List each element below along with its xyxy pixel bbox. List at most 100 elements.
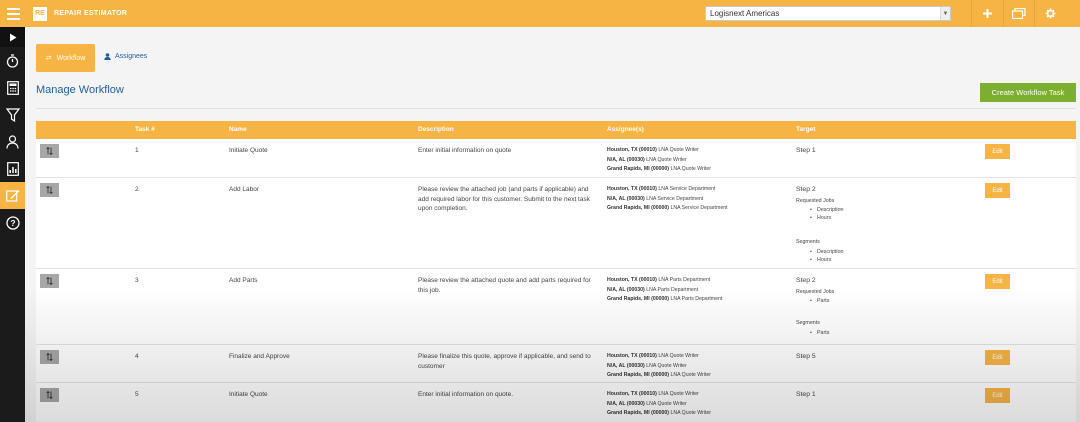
reorder-handle[interactable] xyxy=(40,274,59,288)
assignee-role: LNA Quote Writer xyxy=(670,166,711,172)
task-number: 3 xyxy=(135,277,139,284)
user-icon[interactable] xyxy=(0,128,25,155)
assignee-line: N/A, AL (00030) LNA Quote Writer xyxy=(607,400,711,410)
assignee-location: N/A, AL (00030) xyxy=(607,195,645,202)
task-target: Step 5 xyxy=(796,352,816,362)
assignee-line: N/A, AL (00030) LNA Quote Writer xyxy=(607,362,711,372)
target-step: Step 2 xyxy=(796,277,816,284)
assignee-location: Grand Rapids, MI (00000) xyxy=(607,372,669,378)
assignee-location: Grand Rapids, MI (00000) xyxy=(607,205,669,211)
assignee-line: Grand Rapids, MI (00000) LNA Service Dep… xyxy=(607,204,728,214)
task-description: Please review the attached quote and add… xyxy=(418,277,591,294)
task-target: Step 2Requested JobsDescriptionHoursSegm… xyxy=(796,185,844,264)
calculator-icon[interactable] xyxy=(0,74,25,101)
sort-arrows-icon xyxy=(46,353,53,361)
assignee-line: Grand Rapids, MI (00000) LNA Quote Write… xyxy=(607,165,711,175)
header-task-num: Task # xyxy=(135,126,155,133)
assignee-role: LNA Parts Department xyxy=(646,286,699,293)
svg-text:?: ? xyxy=(10,218,15,228)
target-requested-item: Hours xyxy=(796,214,844,222)
assignee-location: Houston, TX (00010) xyxy=(607,277,657,283)
target-segment-item: Parts xyxy=(796,329,834,337)
target-requested-label: Requested Jobs xyxy=(796,288,835,295)
company-select[interactable]: Logisnext Americas ▼ xyxy=(705,6,951,21)
edit-button[interactable]: Edit xyxy=(985,350,1010,365)
assignee-role: LNA Quote Writer xyxy=(670,410,711,416)
edit-button[interactable]: Edit xyxy=(985,388,1010,403)
task-assignees: Houston, TX (00010) LNA Quote Writer N/A,… xyxy=(607,146,711,175)
sort-arrows-icon xyxy=(46,147,53,155)
sort-arrows-icon xyxy=(46,391,53,399)
report-icon[interactable] xyxy=(0,155,25,182)
task-description: Enter initial information on quote xyxy=(418,147,512,154)
chevron-down-icon[interactable]: ▼ xyxy=(940,7,950,20)
assignee-role: LNA Quote Writer xyxy=(658,353,699,359)
assignee-location: Grand Rapids, MI (00000) xyxy=(607,296,669,302)
header-name: Name xyxy=(229,126,247,133)
task-assignees: Houston, TX (00010) LNA Service Departme… xyxy=(607,185,728,214)
menu-icon[interactable] xyxy=(0,0,27,27)
create-workflow-task-button[interactable]: Create Workflow Task xyxy=(980,83,1076,102)
assignee-line: Grand Rapids, MI (00000) LNA Quote Write… xyxy=(607,409,711,419)
target-requested-label: Requested Jobs xyxy=(796,197,835,204)
target-requested-item: Parts xyxy=(796,297,834,305)
assignee-role: LNA Quote Writer xyxy=(646,400,687,407)
gear-icon[interactable] xyxy=(1034,0,1065,27)
help-icon[interactable]: ? xyxy=(0,209,25,236)
plus-icon[interactable] xyxy=(971,0,1002,27)
task-target: Step 1 xyxy=(796,146,816,156)
assignee-line: Grand Rapids, MI (00000) LNA Parts Depar… xyxy=(607,295,722,305)
tab-workflow[interactable]: ⇄ Workflow xyxy=(36,44,95,72)
task-name: Add Parts xyxy=(229,277,258,284)
app-logo: RE xyxy=(33,6,47,21)
assignee-line: Houston, TX (00010) LNA Service Departme… xyxy=(607,185,728,195)
reorder-handle[interactable] xyxy=(40,144,59,158)
top-bar: RE REPAIR ESTIMATOR Logisnext Americas ▼ xyxy=(0,0,1080,27)
cards-icon[interactable] xyxy=(1003,0,1034,27)
app-title: REPAIR ESTIMATOR xyxy=(54,10,128,17)
reorder-handle[interactable] xyxy=(40,183,59,197)
assignee-location: Grand Rapids, MI (00000) xyxy=(607,166,669,172)
page-title: Manage Workflow xyxy=(36,84,124,96)
edit-button[interactable]: Edit xyxy=(985,183,1010,198)
header-assignees: Assignee(s) xyxy=(607,126,644,133)
tab-workflow-label: Workflow xyxy=(56,54,86,62)
assignee-location: Houston, TX (00010) xyxy=(607,391,657,397)
task-name: Add Labor xyxy=(229,186,259,193)
header-description: Description xyxy=(418,126,454,133)
play-icon[interactable] xyxy=(0,27,25,47)
task-number: 1 xyxy=(135,147,139,154)
assignee-role: LNA Quote Writer xyxy=(646,156,687,163)
assignee-location: N/A, AL (00030) xyxy=(607,286,645,293)
table-row: 1 Initiate Quote Enter initial information… xyxy=(36,139,1076,178)
table-row: 4 Finalize and Approve Please finalize thi… xyxy=(36,345,1076,383)
tab-assignees[interactable]: Assignees xyxy=(104,53,147,60)
stopwatch-icon[interactable] xyxy=(0,47,25,74)
filter-icon[interactable] xyxy=(0,101,25,128)
assignee-line: N/A, AL (00030) LNA Parts Department xyxy=(607,286,722,296)
table-row: 5 Initiate Quote Enter initial information… xyxy=(36,383,1076,422)
assignee-role: LNA Service Department xyxy=(658,186,716,192)
target-segment-item: Hours xyxy=(796,256,844,264)
edit-icon[interactable] xyxy=(0,182,25,209)
reorder-handle[interactable] xyxy=(40,388,59,402)
task-description: Please finalize this quote, approve if a… xyxy=(418,353,591,370)
header-target: Target xyxy=(796,126,816,133)
assignee-location: Houston, TX (00010) xyxy=(607,147,657,153)
assignee-line: Grand Rapids, MI (00000) LNA Quote Write… xyxy=(607,371,711,381)
sort-arrows-icon xyxy=(46,186,53,194)
sort-arrows-icon xyxy=(46,277,53,285)
target-segments-label: Segments xyxy=(796,239,820,245)
reorder-handle[interactable] xyxy=(40,350,59,364)
assignee-line: N/A, AL (00030) LNA Quote Writer xyxy=(607,156,711,166)
task-target: Step 2 Requested Jobs Parts Segments Parts xyxy=(796,276,834,337)
assignee-line: N/A, AL (00030) LNA Service Department xyxy=(607,195,728,205)
assignee-location: Grand Rapids, MI (00000) xyxy=(607,410,669,416)
target-step: Step 1 xyxy=(796,391,816,398)
edit-button[interactable]: Edit xyxy=(985,274,1010,289)
table-header: Task # Name Description Assignee(s) Targ… xyxy=(36,121,1076,139)
edit-button[interactable]: Edit xyxy=(985,144,1010,159)
assignee-role: LNA Quote Writer xyxy=(646,362,687,369)
target-segment-item: Description xyxy=(796,248,844,256)
assignee-line: Houston, TX (00010) LNA Quote Writer xyxy=(607,390,711,400)
